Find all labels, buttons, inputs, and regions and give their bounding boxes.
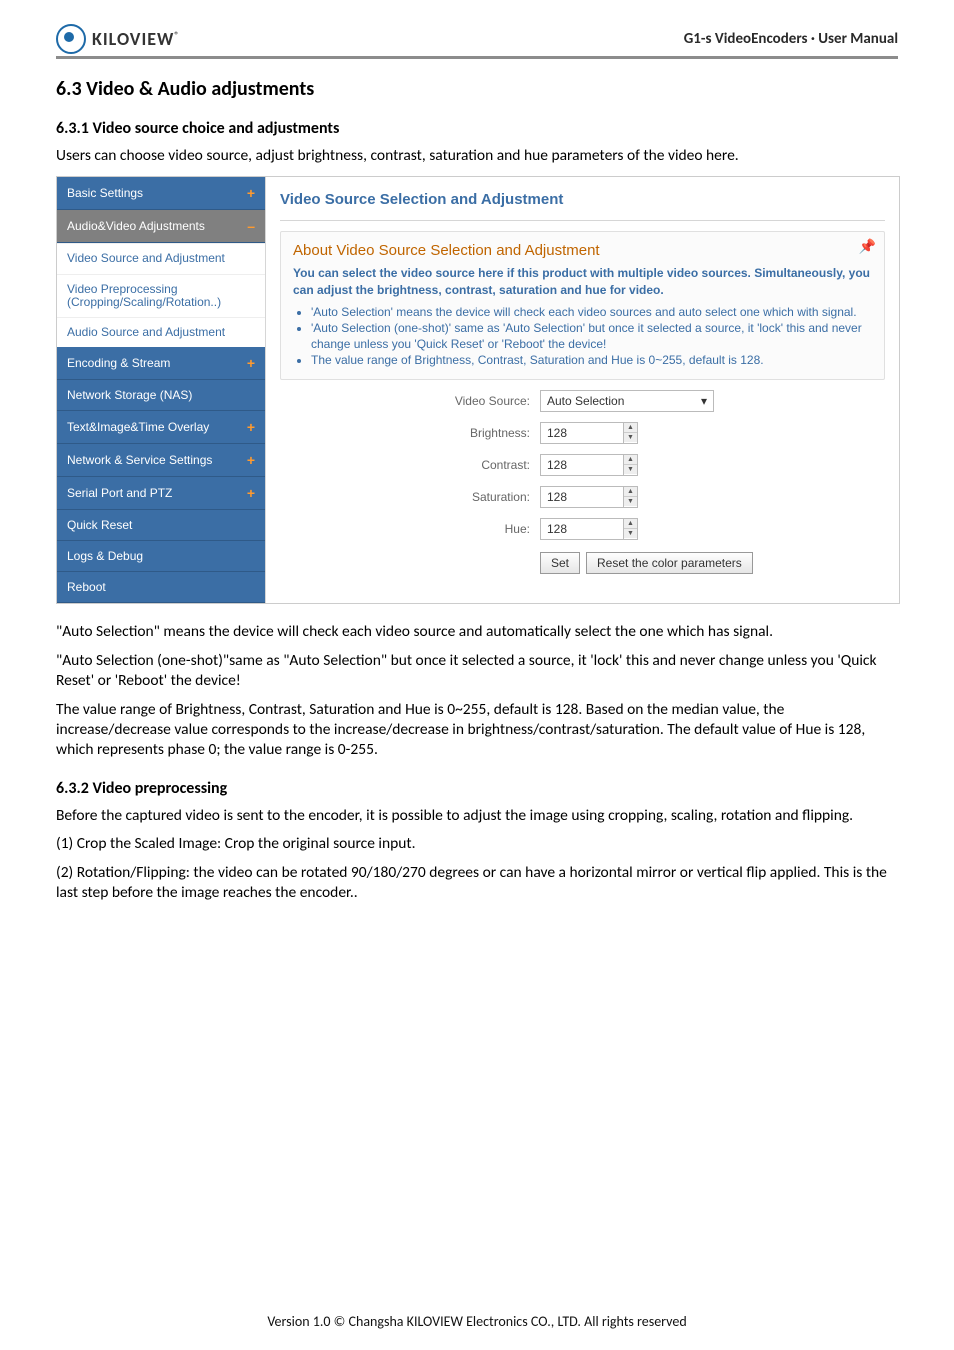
step-down-icon[interactable]: ▼: [624, 465, 637, 474]
brightness-stepper[interactable]: ▲ ▼: [624, 422, 638, 444]
chevron-down-icon: ▾: [701, 394, 707, 408]
label-brightness: Brightness:: [280, 426, 540, 440]
video-source-select[interactable]: Auto Selection ▾: [540, 390, 714, 412]
step-down-icon[interactable]: ▼: [624, 433, 637, 442]
brightness-input[interactable]: 128: [540, 422, 624, 444]
sidebar-label: Encoding & Stream: [67, 356, 170, 370]
label-contrast: Contrast:: [280, 458, 540, 472]
sidebar: Basic Settings + Audio&Video Adjustments…: [57, 177, 266, 603]
logo-icon: [56, 24, 86, 54]
label-hue: Hue:: [280, 522, 540, 536]
sidebar-item-reboot[interactable]: Reboot: [57, 572, 265, 603]
panel-title: Video Source Selection and Adjustment: [280, 183, 885, 216]
contrast-stepper[interactable]: ▲ ▼: [624, 454, 638, 476]
sidebar-item-basic-settings[interactable]: Basic Settings +: [57, 177, 265, 210]
trademark-icon: ®: [174, 30, 180, 41]
sidebar-item-video-preprocessing[interactable]: Video Preprocessing (Cropping/Scaling/Ro…: [57, 274, 265, 317]
expand-icon: +: [247, 485, 255, 501]
label-saturation: Saturation:: [280, 490, 540, 504]
pin-icon: 📌: [859, 238, 876, 255]
sidebar-item-network-service-settings[interactable]: Network & Service Settings +: [57, 444, 265, 477]
saturation-stepper[interactable]: ▲ ▼: [624, 486, 638, 508]
sidebar-label: Network & Service Settings: [67, 453, 212, 467]
about-callout: 📌 About Video Source Selection and Adjus…: [280, 231, 885, 379]
section-6-3-2-p1: (1) Crop the Scaled Image: Crop the orig…: [56, 834, 898, 854]
page-footer: Version 1.0 © Changsha KILOVIEW Electron…: [0, 1313, 954, 1330]
expand-icon: +: [247, 452, 255, 468]
sidebar-label: Audio&Video Adjustments: [67, 219, 205, 233]
doc-header: KILOVIEW® G1-s VideoEncoders · User Manu…: [56, 24, 898, 59]
main-panel: Video Source Selection and Adjustment 📌 …: [266, 177, 899, 603]
expand-icon: +: [247, 355, 255, 371]
row-contrast: Contrast: 128 ▲ ▼: [280, 454, 885, 476]
row-hue: Hue: 128 ▲ ▼: [280, 518, 885, 540]
contrast-input[interactable]: 128: [540, 454, 624, 476]
video-source-panel-screenshot: Basic Settings + Audio&Video Adjustments…: [56, 176, 900, 604]
step-up-icon[interactable]: ▲: [624, 455, 637, 465]
row-brightness: Brightness: 128 ▲ ▼: [280, 422, 885, 444]
sidebar-label: Quick Reset: [67, 518, 132, 532]
about-title: About Video Source Selection and Adjustm…: [293, 242, 872, 259]
sidebar-label: Network Storage (NAS): [67, 388, 192, 402]
step-up-icon[interactable]: ▲: [624, 423, 637, 433]
sidebar-item-audio-source-adjustment[interactable]: Audio Source and Adjustment: [57, 317, 265, 347]
step-down-icon[interactable]: ▼: [624, 497, 637, 506]
section-6-3-2-lead: Before the captured video is sent to the…: [56, 806, 898, 826]
expand-icon: +: [247, 419, 255, 435]
collapse-icon: –: [247, 218, 255, 234]
sidebar-label: Logs & Debug: [67, 549, 143, 563]
section-6-3-2-p2: (2) Rotation/Flipping: the video can be …: [56, 863, 898, 904]
row-video-source: Video Source: Auto Selection ▾: [280, 390, 885, 412]
divider: [280, 220, 885, 221]
section-6-3-2-title: 6.3.2 Video preprocessing: [56, 779, 898, 798]
hue-stepper[interactable]: ▲ ▼: [624, 518, 638, 540]
sidebar-item-overlay[interactable]: Text&Image&Time Overlay +: [57, 411, 265, 444]
label-video-source: Video Source:: [280, 394, 540, 408]
sidebar-item-quick-reset[interactable]: Quick Reset: [57, 510, 265, 541]
row-saturation: Saturation: 128 ▲ ▼: [280, 486, 885, 508]
sidebar-item-video-source-adjustment[interactable]: Video Source and Adjustment: [57, 243, 265, 273]
sidebar-label: Serial Port and PTZ: [67, 486, 172, 500]
saturation-input[interactable]: 128: [540, 486, 624, 508]
sidebar-item-logs-debug[interactable]: Logs & Debug: [57, 541, 265, 572]
button-row: Set Reset the color parameters: [540, 552, 885, 574]
sidebar-item-av-adjustments[interactable]: Audio&Video Adjustments –: [57, 210, 265, 243]
brand-logo: KILOVIEW®: [56, 24, 180, 54]
section-6-3-title: 6.3 Video & Audio adjustments: [56, 77, 898, 101]
about-bullet: 'Auto Selection' means the device will c…: [311, 304, 872, 320]
step-up-icon[interactable]: ▲: [624, 487, 637, 497]
step-down-icon[interactable]: ▼: [624, 529, 637, 538]
about-subtitle: You can select the video source here if …: [293, 265, 872, 297]
hue-input[interactable]: 128: [540, 518, 624, 540]
select-value: Auto Selection: [547, 394, 624, 408]
doc-title: G1-s VideoEncoders · User Manual: [684, 30, 898, 48]
about-bullet: 'Auto Selection (one-shot)' same as 'Aut…: [311, 320, 872, 352]
sidebar-label: Basic Settings: [67, 186, 143, 200]
section-6-3-1-lead: Users can choose video source, adjust br…: [56, 146, 898, 166]
auto-selection-oneshot-paragraph: "Auto Selection (one-shot)"same as "Auto…: [56, 651, 898, 692]
set-button[interactable]: Set: [540, 552, 580, 574]
sidebar-item-serial-ptz[interactable]: Serial Port and PTZ +: [57, 477, 265, 510]
auto-selection-paragraph: "Auto Selection" means the device will c…: [56, 622, 898, 642]
about-bullet: The value range of Brightness, Contrast,…: [311, 352, 872, 368]
value-range-paragraph: The value range of Brightness, Contrast,…: [56, 700, 898, 761]
sidebar-item-network-storage[interactable]: Network Storage (NAS): [57, 380, 265, 411]
reset-color-button[interactable]: Reset the color parameters: [586, 552, 753, 574]
sidebar-label: Text&Image&Time Overlay: [67, 420, 209, 434]
brand-name: KILOVIEW: [92, 28, 174, 50]
section-6-3-1-title: 6.3.1 Video source choice and adjustment…: [56, 119, 898, 138]
expand-icon: +: [247, 185, 255, 201]
step-up-icon[interactable]: ▲: [624, 519, 637, 529]
sidebar-label: Reboot: [67, 580, 106, 594]
about-bullet-list: 'Auto Selection' means the device will c…: [293, 304, 872, 369]
sidebar-item-encoding-stream[interactable]: Encoding & Stream +: [57, 347, 265, 380]
brand-text: KILOVIEW®: [92, 28, 180, 50]
